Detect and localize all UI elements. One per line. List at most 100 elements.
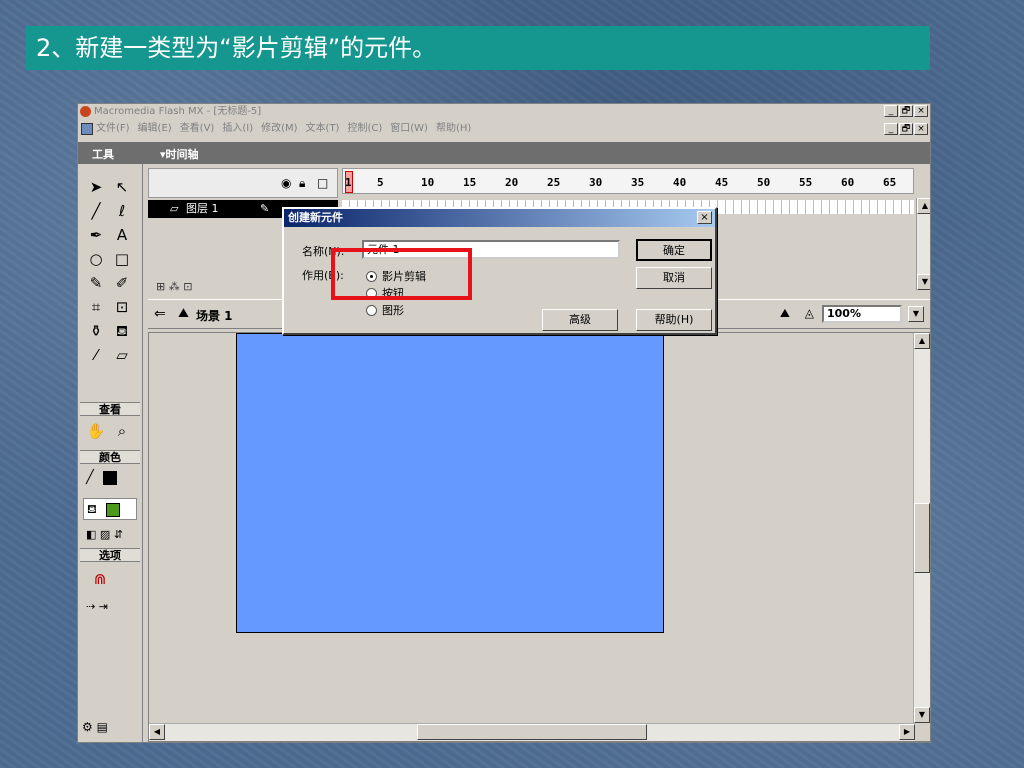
document-controls: _ 🗗 ×: [884, 123, 928, 135]
graphic-radio-option[interactable]: 图形: [366, 302, 404, 318]
window-controls: _ 🗗 ×: [884, 105, 928, 117]
stage-vertical-scrollbar[interactable]: ▲ ▼: [913, 333, 930, 723]
window-title: Macromedia Flash MX - [无标题-5]: [94, 106, 262, 117]
stage-scroll-down-arrow[interactable]: ▼: [914, 707, 930, 723]
brush-tool-icon[interactable]: ✐: [110, 272, 134, 294]
straighten-icon[interactable]: ⇥: [99, 600, 108, 613]
menu-text[interactable]: 文本(T): [306, 120, 340, 138]
frame-number: 20: [505, 176, 519, 189]
zoom-input[interactable]: 100%: [822, 305, 902, 323]
settings-icon[interactable]: ⚙: [82, 720, 93, 734]
frame-number: 10: [421, 176, 435, 189]
eraser-tool-icon[interactable]: ▱: [110, 344, 134, 366]
menu-insert[interactable]: 插入(I): [222, 120, 253, 138]
frame-number: 55: [799, 176, 813, 189]
layer-icon: ▱: [170, 202, 179, 215]
back-arrow-icon[interactable]: ⇐: [154, 306, 166, 322]
add-layer-icon[interactable]: ⊞: [156, 280, 165, 293]
pencil-tool-icon[interactable]: ✎: [84, 272, 108, 294]
panel-header-strip: 工具 ▾时间轴: [78, 142, 930, 164]
outline-icon[interactable]: □: [317, 176, 328, 190]
frame-number: 60: [841, 176, 855, 189]
snap-magnet-icon[interactable]: ⋒: [88, 568, 112, 590]
highlight-annotation-box: [331, 248, 472, 300]
lasso-tool-icon[interactable]: ℓ: [110, 200, 134, 222]
ok-button[interactable]: 确定: [636, 239, 712, 261]
default-colors-icon[interactable]: ◧: [86, 528, 96, 541]
hand-tool-icon[interactable]: ✋: [84, 420, 108, 442]
doc-minimize-button[interactable]: _: [884, 123, 898, 135]
options-section-label: 选项: [80, 548, 140, 562]
properties-icon[interactable]: ▤: [97, 720, 108, 734]
text-tool-icon[interactable]: A: [110, 224, 134, 246]
zoom-tool-icon[interactable]: ⌕: [110, 420, 134, 442]
graphic-label: 图形: [382, 304, 404, 317]
edit-scene-icon[interactable]: ⛰: [780, 306, 790, 321]
stroke-color-control[interactable]: ╱: [86, 470, 118, 485]
fill-color-swatch[interactable]: [106, 503, 121, 517]
help-button[interactable]: 帮助(H): [636, 309, 712, 331]
slide-title: 2、新建一类型为“影片剪辑”的元件。: [26, 26, 930, 70]
menu-modify[interactable]: 修改(M): [261, 120, 297, 138]
view-section-label: 查看: [80, 402, 140, 416]
menu-help[interactable]: 帮助(H): [436, 120, 471, 138]
menu-edit[interactable]: 编辑(E): [138, 120, 172, 138]
add-folder-icon[interactable]: ⊡: [183, 280, 192, 293]
oval-tool-icon[interactable]: ○: [84, 248, 108, 270]
cancel-button[interactable]: 取消: [636, 267, 712, 289]
smooth-icon[interactable]: ⇢: [86, 600, 95, 613]
lock-icon[interactable]: 🔒︎: [299, 176, 305, 191]
timeline-vertical-scrollbar[interactable]: ▲ ▼: [916, 198, 930, 290]
swap-colors-icon[interactable]: ⇵: [114, 528, 123, 541]
tool-grid: ➤ ↖ ╱ ℓ ✒ A ○ □ ✎ ✐ ⌗ ⊡ ⚱ ⛾ ⁄ ▱: [84, 176, 134, 366]
line-tool-icon[interactable]: ╱: [84, 200, 108, 222]
menu-view[interactable]: 查看(V): [180, 120, 215, 138]
scroll-up-arrow[interactable]: ▲: [917, 198, 930, 214]
restore-button[interactable]: 🗗: [899, 105, 913, 117]
pen-tool-icon[interactable]: ✒: [84, 224, 108, 246]
frame-ruler[interactable]: 1 5 10 15 20 25 30 35 40 45 50 55 60 65: [342, 168, 914, 194]
zoom-dropdown-arrow[interactable]: ▼: [908, 306, 924, 322]
fill-transform-tool-icon[interactable]: ⊡: [110, 296, 134, 318]
scene-icon: ⛰: [178, 306, 189, 321]
tools-bottom-icons: ⚙ ▤: [82, 720, 108, 734]
menu-file[interactable]: 文件(F): [96, 120, 130, 138]
scene-label[interactable]: 场景 1: [196, 307, 233, 324]
timeline-panel-title[interactable]: ▾时间轴: [160, 146, 199, 162]
dialog-close-button[interactable]: ×: [697, 211, 712, 224]
color-section-label: 颜色: [80, 450, 140, 464]
eyedropper-tool-icon[interactable]: ⁄: [84, 344, 108, 366]
add-guide-layer-icon[interactable]: ⁂: [169, 280, 180, 293]
stage-scroll-up-arrow[interactable]: ▲: [914, 333, 930, 349]
doc-close-button[interactable]: ×: [914, 123, 928, 135]
eye-icon[interactable]: ◉: [281, 176, 291, 190]
edit-symbol-icon[interactable]: ◬: [805, 306, 814, 320]
menu-control[interactable]: 控制(C): [347, 120, 382, 138]
close-button[interactable]: ×: [914, 105, 928, 117]
fill-color-control[interactable]: ⛾: [83, 498, 137, 520]
frame-number: 1: [345, 176, 352, 189]
ink-bottle-tool-icon[interactable]: ⚱: [84, 320, 108, 342]
dialog-title-bar: 创建新元件: [284, 209, 715, 227]
stage-vscroll-thumb[interactable]: [914, 503, 930, 573]
minimize-button[interactable]: _: [884, 105, 898, 117]
arrow-tool-icon[interactable]: ➤: [84, 176, 108, 198]
paint-bucket-tool-icon[interactable]: ⛾: [110, 320, 134, 342]
subselect-tool-icon[interactable]: ↖: [110, 176, 134, 198]
tools-panel-title[interactable]: 工具: [92, 146, 114, 162]
frame-number: 40: [673, 176, 687, 189]
doc-restore-button[interactable]: 🗗: [899, 123, 913, 135]
stage-canvas[interactable]: [236, 333, 664, 633]
stage-hscroll-thumb[interactable]: [417, 724, 647, 740]
graphic-radio[interactable]: [366, 304, 377, 316]
menu-window[interactable]: 窗口(W): [390, 120, 428, 138]
rectangle-tool-icon[interactable]: □: [110, 248, 134, 270]
stage-horizontal-scrollbar[interactable]: ◀ ▶: [149, 723, 915, 741]
stage-scroll-left-arrow[interactable]: ◀: [149, 724, 165, 740]
stroke-color-swatch[interactable]: [103, 471, 118, 485]
scroll-down-arrow[interactable]: ▼: [917, 274, 930, 290]
no-color-icon[interactable]: ▨: [100, 528, 110, 541]
stage-scroll-right-arrow[interactable]: ▶: [899, 724, 915, 740]
advanced-button[interactable]: 高级: [542, 309, 618, 331]
free-transform-tool-icon[interactable]: ⌗: [84, 296, 108, 318]
